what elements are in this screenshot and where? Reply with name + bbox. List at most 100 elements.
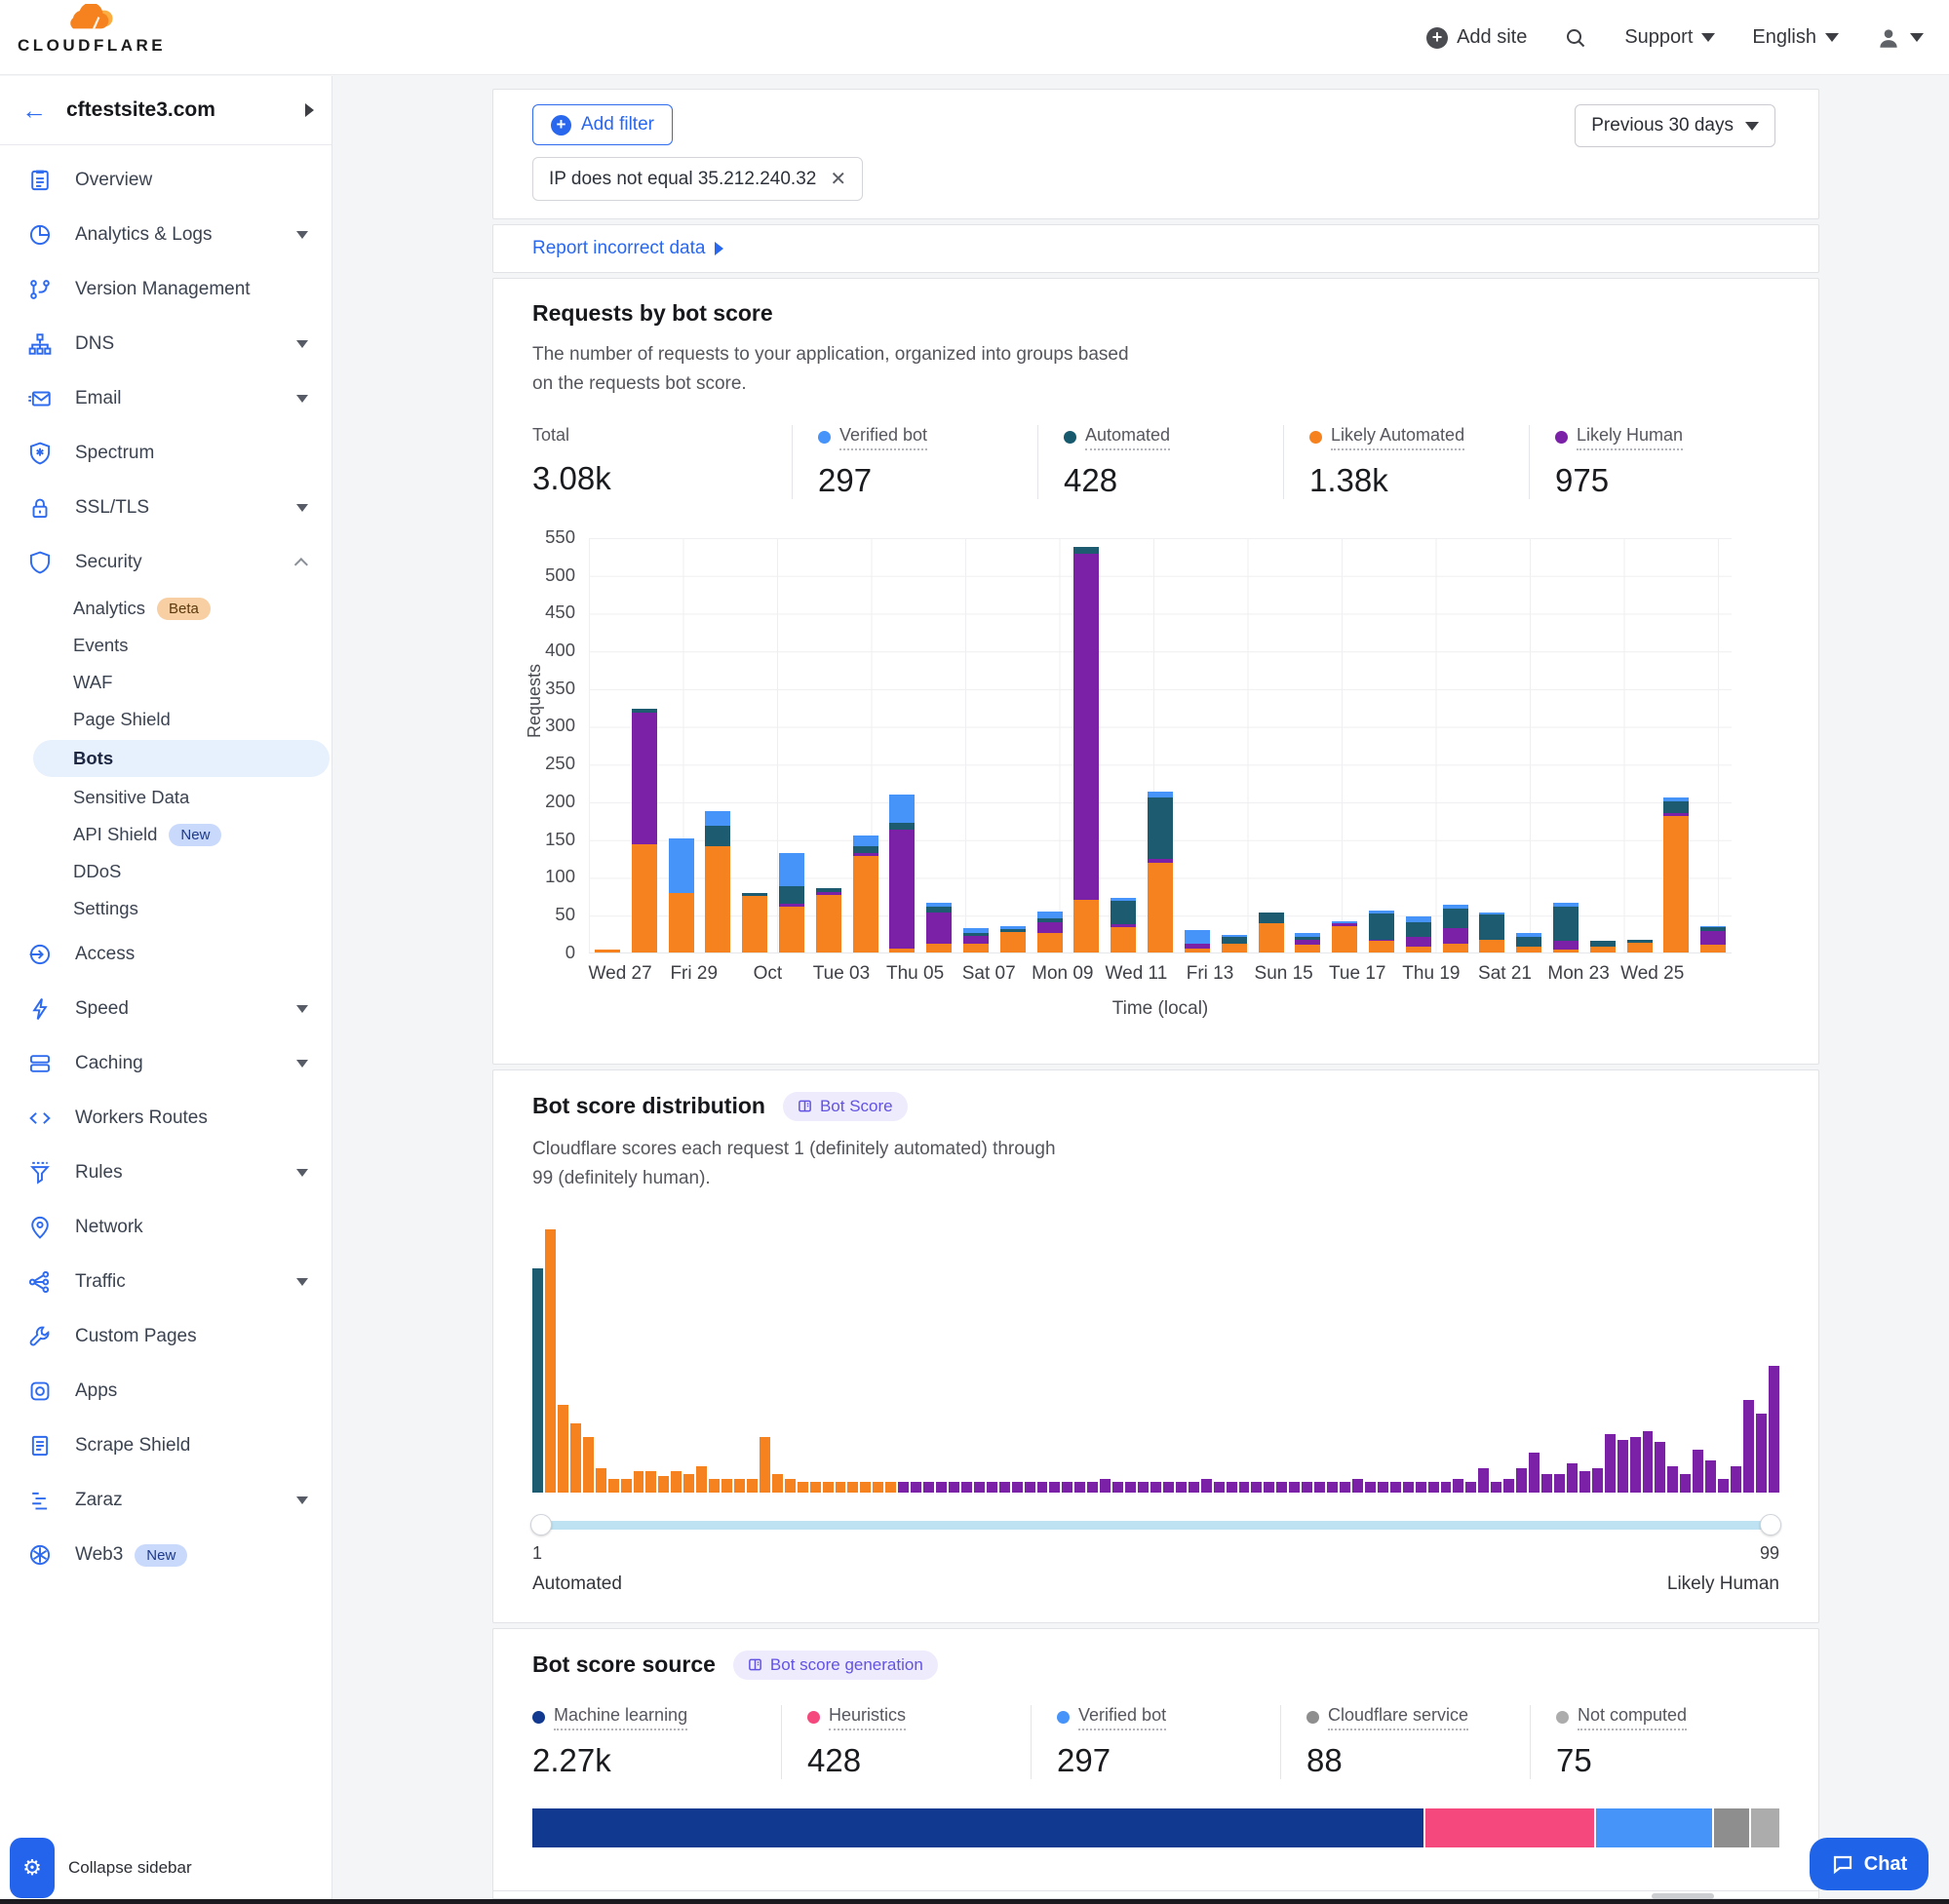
sidebar-item-rules[interactable]: Rules xyxy=(0,1146,331,1200)
histogram-bar[interactable] xyxy=(1340,1482,1350,1493)
histogram-bar[interactable] xyxy=(1176,1482,1187,1493)
sidebar-item-page-shield[interactable]: Page Shield xyxy=(0,701,331,738)
filter-chip[interactable]: IP does not equal 35.212.240.32 ✕ xyxy=(532,157,863,201)
stacked-bar[interactable] xyxy=(1222,935,1247,952)
close-icon[interactable]: ✕ xyxy=(830,167,846,191)
histogram-bar[interactable] xyxy=(1150,1482,1161,1493)
histogram-bar[interactable] xyxy=(671,1471,682,1493)
histogram-bar[interactable] xyxy=(1125,1482,1136,1493)
histogram-bar[interactable] xyxy=(898,1482,909,1493)
histogram-bar[interactable] xyxy=(1100,1479,1111,1493)
histogram-bar[interactable] xyxy=(1276,1482,1287,1493)
histogram-bar[interactable] xyxy=(1428,1482,1439,1493)
stacked-bar[interactable] xyxy=(1332,921,1357,952)
histogram-bar[interactable] xyxy=(1643,1431,1654,1492)
histogram-bar[interactable] xyxy=(949,1482,959,1493)
chevron-right-icon[interactable] xyxy=(305,103,314,117)
bot-score-generation-badge[interactable]: Bot score generation xyxy=(733,1651,938,1680)
histogram-bar[interactable] xyxy=(1239,1482,1250,1493)
sidebar-item-network[interactable]: Network xyxy=(0,1200,331,1255)
histogram-bar[interactable] xyxy=(999,1482,1010,1493)
histogram-bar[interactable] xyxy=(1352,1479,1363,1493)
stacked-bar[interactable] xyxy=(816,888,841,952)
histogram-bar[interactable] xyxy=(987,1482,997,1493)
histogram-bar[interactable] xyxy=(1289,1482,1300,1493)
sidebar-item-analytics[interactable]: AnalyticsBeta xyxy=(0,590,331,627)
sidebar-item-traffic[interactable]: Traffic xyxy=(0,1255,331,1309)
histogram-bar[interactable] xyxy=(1201,1479,1212,1493)
histogram-bar[interactable] xyxy=(721,1479,732,1493)
histogram-bar[interactable] xyxy=(634,1471,644,1493)
histogram-bar[interactable] xyxy=(1592,1468,1603,1492)
histogram-bar[interactable] xyxy=(1416,1482,1426,1493)
stacked-bar[interactable] xyxy=(1000,926,1026,952)
back-arrow-icon[interactable]: ← xyxy=(21,96,47,126)
histogram-bar[interactable] xyxy=(683,1474,694,1493)
histogram-bar[interactable] xyxy=(1630,1437,1641,1493)
histogram-bar[interactable] xyxy=(608,1479,619,1493)
histogram-bar[interactable] xyxy=(1655,1442,1665,1492)
histogram-bar[interactable] xyxy=(1251,1482,1262,1493)
sidebar-item-events[interactable]: Events xyxy=(0,627,331,664)
sidebar-item-analytics-logs[interactable]: Analytics & Logs xyxy=(0,208,331,262)
histogram-bar[interactable] xyxy=(1037,1482,1048,1493)
sidebar-item-email[interactable]: Email xyxy=(0,371,331,426)
stacked-bar[interactable] xyxy=(669,838,694,952)
source-segment-heuristics[interactable] xyxy=(1425,1808,1594,1847)
histogram-bar[interactable] xyxy=(596,1468,606,1492)
collapse-sidebar[interactable]: ⚙ Collapse sidebar xyxy=(10,1838,192,1898)
histogram-bar[interactable] xyxy=(1731,1466,1741,1493)
histogram-bar[interactable] xyxy=(911,1482,921,1493)
stacked-bar[interactable] xyxy=(1553,903,1579,952)
histogram-bar[interactable] xyxy=(823,1482,834,1493)
histogram-bar[interactable] xyxy=(1693,1450,1703,1492)
histogram-bar[interactable] xyxy=(1365,1482,1376,1493)
sidebar-item-access[interactable]: Access xyxy=(0,927,331,982)
histogram-bar[interactable] xyxy=(1403,1482,1414,1493)
histogram-bar[interactable] xyxy=(1390,1482,1401,1493)
histogram-bar[interactable] xyxy=(1025,1482,1035,1493)
sidebar-item-security[interactable]: Security xyxy=(0,535,331,590)
sidebar-item-waf[interactable]: WAF xyxy=(0,664,331,701)
sidebar-item-apps[interactable]: Apps xyxy=(0,1364,331,1418)
stacked-bar[interactable] xyxy=(889,795,915,952)
sidebar-item-ddos[interactable]: DDoS xyxy=(0,853,331,890)
histogram-bar[interactable] xyxy=(772,1474,783,1493)
histogram-bar[interactable] xyxy=(1680,1474,1691,1493)
sidebar-item-overview[interactable]: Overview xyxy=(0,153,331,208)
histogram-bar[interactable] xyxy=(1227,1482,1237,1493)
stacked-bar[interactable] xyxy=(595,950,620,952)
stacked-bar[interactable] xyxy=(1295,933,1320,952)
histogram-bar[interactable] xyxy=(621,1479,632,1493)
histogram-bar[interactable] xyxy=(570,1423,581,1492)
histogram-bar[interactable] xyxy=(1516,1468,1527,1492)
sidebar-item-settings[interactable]: Settings xyxy=(0,890,331,927)
histogram-bar[interactable] xyxy=(760,1437,770,1493)
histogram-bar[interactable] xyxy=(810,1482,821,1493)
sidebar-item-scrape-shield[interactable]: Scrape Shield xyxy=(0,1418,331,1473)
stacked-bar[interactable] xyxy=(1111,898,1136,952)
add-site-button[interactable]: + Add site xyxy=(1426,26,1527,49)
histogram-bar[interactable] xyxy=(1189,1482,1199,1493)
stacked-bar[interactable] xyxy=(1406,916,1431,952)
histogram-bar[interactable] xyxy=(1264,1482,1274,1493)
stacked-bar[interactable] xyxy=(632,709,657,952)
gear-icon[interactable]: ⚙ xyxy=(10,1838,55,1898)
histogram-bar[interactable] xyxy=(1718,1479,1729,1493)
slider-handle-max[interactable] xyxy=(1760,1514,1781,1535)
stacked-bar[interactable] xyxy=(1369,911,1394,952)
histogram-bar[interactable] xyxy=(1074,1482,1085,1493)
histogram-bar[interactable] xyxy=(974,1482,985,1493)
histogram-bar[interactable] xyxy=(583,1437,594,1493)
histogram-bar[interactable] xyxy=(1478,1468,1489,1492)
slider-handle-min[interactable] xyxy=(530,1514,552,1535)
sidebar-item-version-management[interactable]: Version Management xyxy=(0,262,331,317)
histogram-bar[interactable] xyxy=(1112,1482,1123,1493)
histogram-bar[interactable] xyxy=(709,1479,720,1493)
stacked-bar[interactable] xyxy=(1479,913,1504,952)
histogram-bar[interactable] xyxy=(1503,1479,1514,1493)
stacked-bar[interactable] xyxy=(1037,912,1063,952)
histogram-bar[interactable] xyxy=(734,1479,745,1493)
histogram-bar[interactable] xyxy=(923,1482,934,1493)
sidebar-item-custom-pages[interactable]: Custom Pages xyxy=(0,1309,331,1364)
